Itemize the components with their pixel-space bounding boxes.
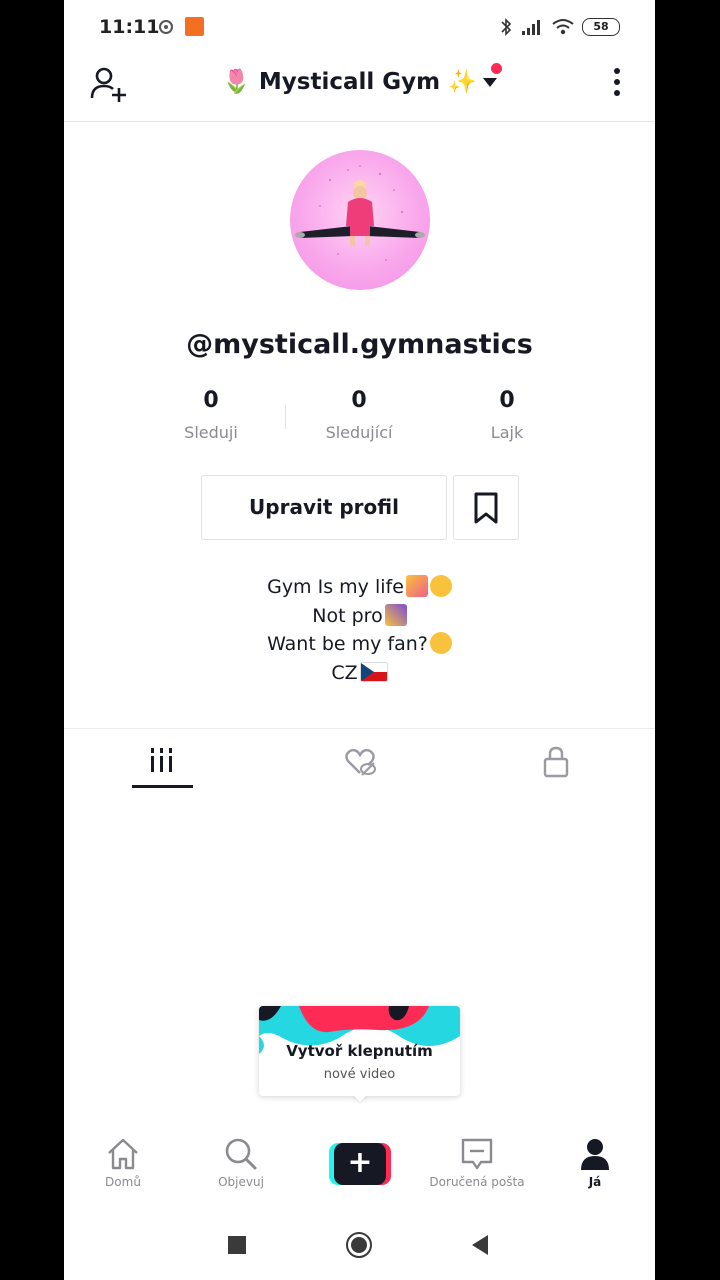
home-icon (108, 1138, 138, 1170)
profile-bio: Gym Is my life Not pro Want be my fan? C… (64, 573, 655, 687)
nav-inbox[interactable]: Doručená pošta (418, 1137, 536, 1189)
nav-me[interactable]: Já (536, 1137, 654, 1189)
stat-followers-value: 0 (351, 388, 367, 413)
profile-header: 🌷 Mysticall Gym ✨ (64, 54, 655, 122)
tooltip-subtitle: nové video (323, 1067, 396, 1082)
signal-icon (522, 20, 540, 35)
bouquet-emoji-icon (405, 575, 428, 597)
inbox-icon (461, 1138, 493, 1170)
gymnast-illustration (295, 165, 425, 261)
status-time: 11:11 (99, 16, 160, 38)
create-video-tooltip[interactable]: Vytvoř klepnutím nové video (259, 1006, 460, 1096)
chevron-down-icon (482, 78, 497, 87)
nav-inbox-label: Doručená pošta (429, 1175, 525, 1189)
bio-line: Not pro (64, 602, 655, 631)
create-video-button[interactable]: + (329, 1143, 391, 1185)
stat-following[interactable]: 0 Sleduji (151, 388, 271, 442)
stat-followers[interactable]: 0 Sledující (299, 388, 419, 442)
home-button-icon[interactable] (346, 1232, 372, 1258)
sync-icon (159, 20, 173, 34)
pleading-face-emoji-icon (429, 632, 452, 654)
username: @mysticall.gymnastics (186, 329, 533, 360)
bio-line: CZ (64, 659, 655, 688)
stat-following-value: 0 (203, 388, 219, 413)
account-name: 🌷 Mysticall Gym ✨ (222, 69, 477, 95)
plus-icon: + (334, 1143, 386, 1185)
recents-icon[interactable] (228, 1236, 246, 1254)
mi-app-icon (185, 17, 204, 36)
profile-icon (581, 1139, 609, 1170)
tab-private-lock-icon[interactable] (536, 745, 576, 779)
stat-likes-value: 0 (499, 388, 515, 413)
more-options-icon[interactable] (610, 68, 624, 102)
nav-discover-label: Objevuj (218, 1175, 264, 1189)
stat-followers-label: Sledující (325, 423, 393, 442)
bookmark-icon (474, 492, 498, 524)
tooltip-arrow (352, 1094, 368, 1102)
favorites-button[interactable] (453, 475, 519, 540)
edit-profile-button[interactable]: Upravit profil (201, 475, 447, 540)
search-icon (225, 1138, 257, 1170)
active-tab-indicator (132, 785, 193, 788)
profile-tabs (64, 728, 655, 789)
tab-videos-icon[interactable] (142, 745, 182, 779)
nav-home[interactable]: Domů (64, 1137, 182, 1189)
stat-divider (285, 405, 286, 429)
avatar[interactable] (290, 150, 430, 290)
status-bar: 11:11 58 (64, 0, 655, 54)
notification-dot (491, 63, 502, 74)
tab-liked-hidden-icon[interactable] (340, 745, 380, 779)
back-icon[interactable] (470, 1234, 490, 1256)
stat-likes-label: Lajk (490, 423, 524, 442)
stat-likes[interactable]: 0 Lajk (447, 388, 567, 442)
bio-line: Want be my fan? (64, 630, 655, 659)
system-nav-bar (64, 1210, 655, 1280)
battery-indicator: 58 (582, 18, 620, 36)
wifi-icon (552, 19, 574, 35)
stat-following-label: Sleduji (184, 423, 238, 442)
account-switcher[interactable]: 🌷 Mysticall Gym ✨ (64, 68, 655, 95)
profile-screen: 11:11 58 🌷 Mysticall Gym ✨ @mysticall.gy… (64, 0, 655, 1280)
nav-discover[interactable]: Objevuj (182, 1137, 300, 1189)
bio-line: Gym Is my life (64, 573, 655, 602)
bluetooth-icon (501, 18, 512, 36)
cartwheel-emoji-icon (384, 603, 407, 626)
tooltip-title: Vytvoř klepnutím (286, 1042, 433, 1060)
nav-me-label: Já (588, 1175, 602, 1189)
nav-home-label: Domů (105, 1175, 141, 1189)
czech-flag-icon (359, 661, 388, 682)
heart-eyes-cat-emoji-icon (429, 575, 452, 597)
